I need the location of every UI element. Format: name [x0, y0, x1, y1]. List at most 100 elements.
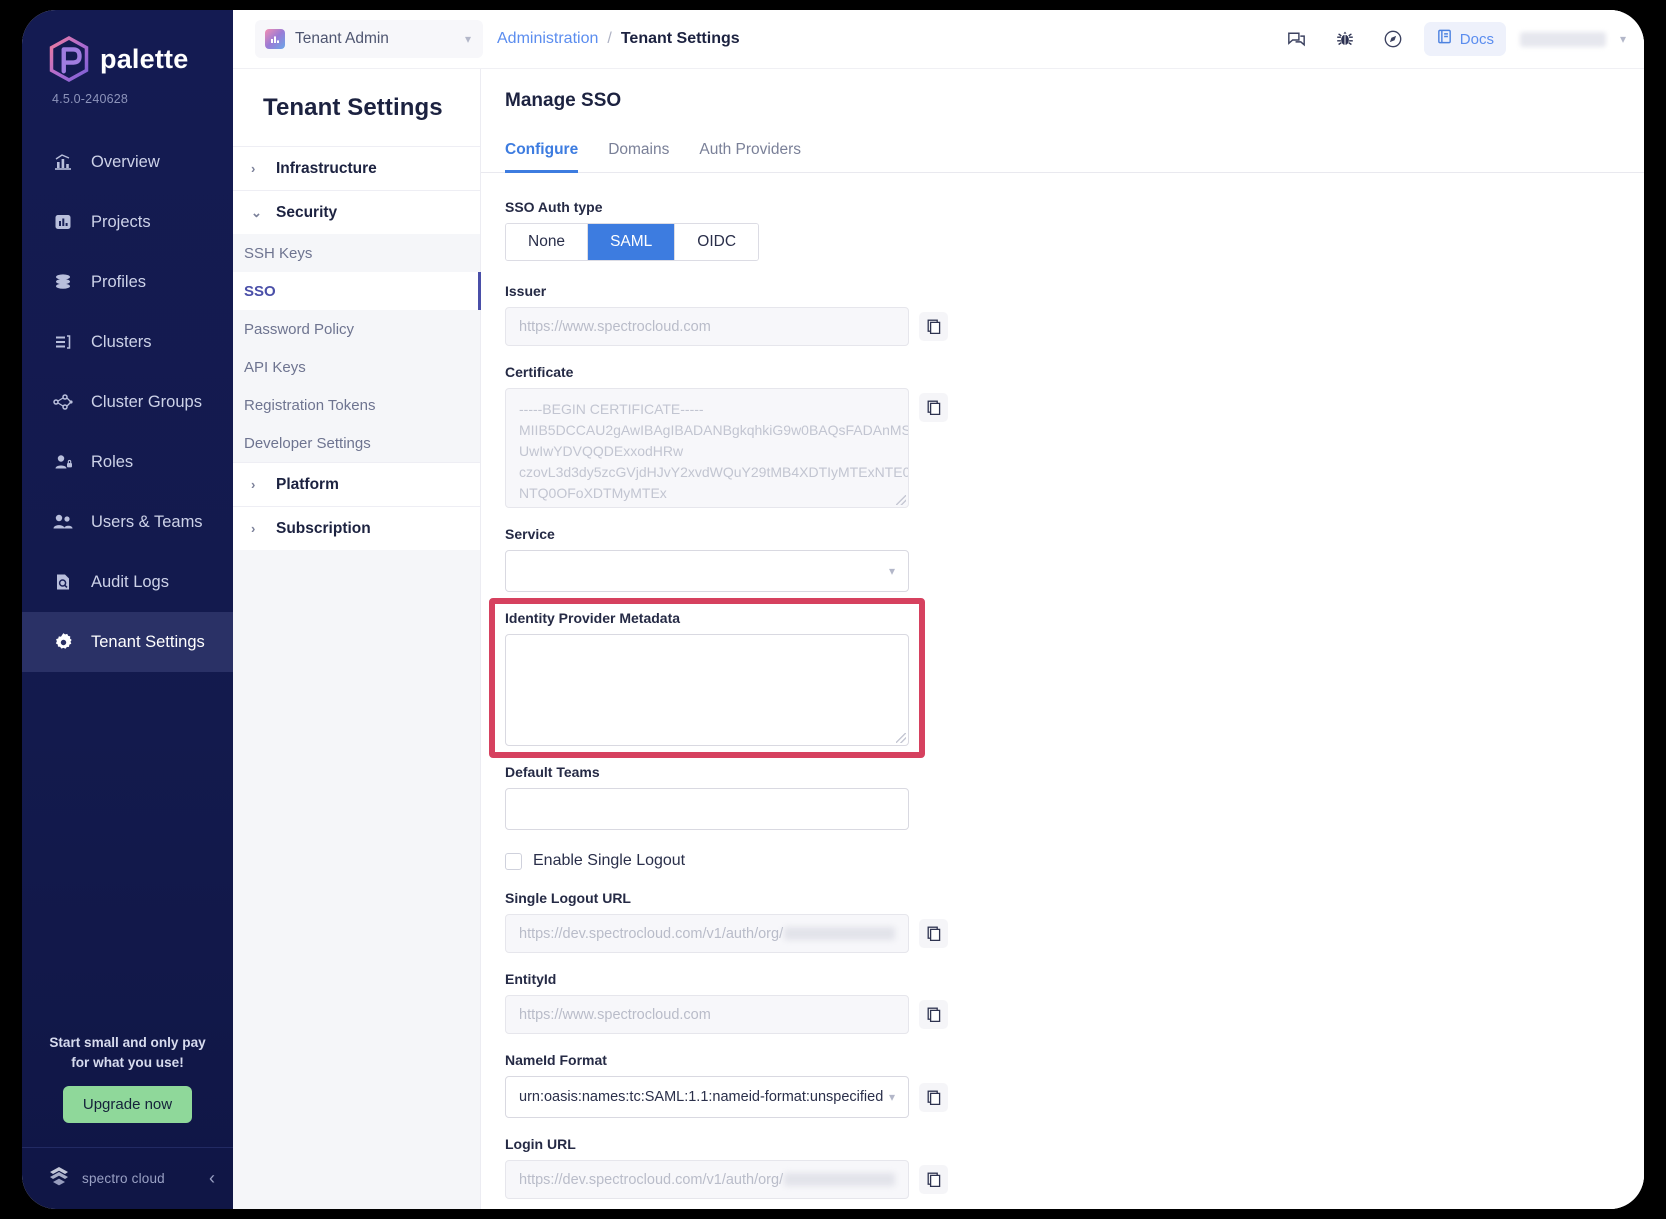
collapse-sidebar-icon[interactable]: ‹ — [209, 1168, 215, 1189]
user-profile-redacted[interactable] — [1519, 31, 1606, 47]
tab-configure[interactable]: Configure — [505, 133, 579, 173]
entity-id-label: EntityId — [505, 971, 557, 987]
chevron-down-icon: ▾ — [888, 564, 895, 578]
gear-icon — [52, 631, 74, 653]
entity-id-row: https://www.spectrocloud.com — [505, 995, 1620, 1034]
sidebar-item-label: Clusters — [91, 332, 152, 351]
copy-icon[interactable] — [919, 1165, 948, 1194]
copy-icon[interactable] — [919, 1000, 948, 1029]
copy-icon[interactable] — [919, 312, 948, 341]
tenant-scope-select[interactable]: Tenant Admin ▾ — [255, 20, 483, 58]
copy-icon[interactable] — [919, 393, 948, 422]
sidebar-item-profiles[interactable]: Profiles — [22, 252, 233, 312]
settings-group-subscription[interactable]: › Subscription — [233, 506, 480, 550]
sidebar-item-label: Cluster Groups — [91, 392, 202, 411]
settings-group-security[interactable]: ⌄ Security — [233, 190, 480, 234]
default-teams-row — [505, 788, 1620, 830]
main-content: Manage SSO Configure Domains Auth Provid… — [481, 69, 1644, 1209]
enable-single-logout-checkbox[interactable] — [505, 852, 522, 870]
auth-type-none-option[interactable]: None — [506, 224, 589, 260]
resize-grip-icon[interactable] — [896, 733, 906, 743]
enable-single-logout-row: Enable Single Logout — [505, 852, 1620, 870]
sidebar-item-roles[interactable]: Roles — [22, 432, 233, 492]
cluster-groups-icon — [52, 391, 74, 413]
sidebar-footer: spectro cloud ‹ — [22, 1147, 233, 1209]
certificate-placeholder-line: czovL3d3dy5zcGVjdHJvY2xvdWQuY29tMB4XDTIy… — [519, 464, 909, 480]
default-teams-input[interactable] — [505, 788, 909, 830]
sidebar-item-overview[interactable]: Overview — [22, 132, 233, 192]
service-label: Service — [505, 526, 555, 542]
sidebar-footer-label: spectro cloud — [82, 1171, 165, 1186]
docs-button[interactable]: Docs — [1423, 22, 1506, 56]
tenant-name: Tenant Admin — [295, 30, 389, 47]
tab-auth-providers[interactable]: Auth Providers — [699, 133, 801, 172]
compass-icon[interactable] — [1376, 22, 1410, 56]
sidebar-item-clusters[interactable]: Clusters — [22, 312, 233, 372]
profiles-stack-icon — [52, 271, 74, 293]
panel-filler — [233, 550, 480, 1209]
settings-item-label: SSO — [244, 282, 276, 300]
chevron-right-icon: › — [251, 521, 256, 536]
page-title: Tenant Settings — [263, 94, 443, 121]
single-logout-url-input[interactable]: https://dev.spectrocloud.com/v1/auth/org… — [505, 914, 909, 953]
settings-item-developer-settings[interactable]: Developer Settings — [233, 424, 480, 462]
sso-tabs: Configure Domains Auth Providers — [481, 133, 1644, 173]
login-url-row: https://dev.spectrocloud.com/v1/auth/org… — [505, 1160, 1620, 1199]
brand: palette — [22, 10, 233, 82]
settings-item-registration-tokens[interactable]: Registration Tokens — [233, 386, 480, 424]
body-row: Tenant Settings › Infrastructure ⌄ Secur… — [233, 69, 1644, 1209]
audit-logs-icon — [52, 571, 74, 593]
identity-provider-metadata-row — [505, 634, 1620, 746]
right-region: Tenant Admin ▾ Administration / Tenant S… — [233, 10, 1644, 1209]
upgrade-now-button[interactable]: Upgrade now — [62, 1086, 193, 1123]
service-select[interactable]: ▾ — [505, 550, 909, 592]
sidebar-item-label: Audit Logs — [91, 572, 169, 591]
chevron-down-icon: ⌄ — [251, 204, 262, 220]
nameid-format-value: urn:oasis:names:tc:SAML:1.1:nameid-forma… — [519, 1089, 884, 1105]
copy-icon[interactable] — [919, 919, 948, 948]
tenant-settings-panel: Tenant Settings › Infrastructure ⌄ Secur… — [233, 69, 481, 1209]
certificate-row: -----BEGIN CERTIFICATE----- MIIB5DCCAU2g… — [505, 388, 1620, 508]
docs-label: Docs — [1459, 30, 1494, 48]
default-teams-label: Default Teams — [505, 764, 600, 780]
breadcrumb-administration-link[interactable]: Administration — [497, 30, 598, 48]
tab-domains[interactable]: Domains — [608, 133, 669, 172]
breadcrumb-separator: / — [607, 30, 612, 47]
primary-sidebar: palette 4.5.0-240628 Overview Projects P… — [22, 10, 233, 1209]
settings-group-infrastructure[interactable]: › Infrastructure — [233, 146, 480, 190]
certificate-textarea[interactable]: -----BEGIN CERTIFICATE----- MIIB5DCCAU2g… — [505, 388, 909, 508]
clusters-list-icon — [52, 331, 74, 353]
user-menu-chevron-icon[interactable]: ▾ — [1620, 32, 1626, 46]
settings-item-ssh-keys[interactable]: SSH Keys — [233, 234, 480, 272]
settings-item-api-keys[interactable]: API Keys — [233, 348, 480, 386]
login-url-label: Login URL — [505, 1136, 576, 1152]
chat-icon[interactable] — [1280, 22, 1314, 56]
bug-icon[interactable] — [1328, 22, 1362, 56]
settings-group-label: Subscription — [276, 519, 371, 537]
chevron-down-icon: ▾ — [464, 32, 471, 46]
issuer-input[interactable]: https://www.spectrocloud.com — [505, 307, 909, 346]
enable-single-logout-label: Enable Single Logout — [533, 852, 686, 869]
settings-item-password-policy[interactable]: Password Policy — [233, 310, 480, 348]
topbar: Tenant Admin ▾ Administration / Tenant S… — [233, 10, 1644, 69]
entity-id-input[interactable]: https://www.spectrocloud.com — [505, 995, 909, 1034]
settings-item-label: Developer Settings — [244, 434, 371, 452]
copy-icon[interactable] — [919, 1083, 948, 1112]
identity-provider-metadata-textarea[interactable] — [505, 634, 909, 746]
roles-user-lock-icon — [52, 451, 74, 473]
nameid-format-label: NameId Format — [505, 1052, 607, 1068]
sidebar-item-cluster-groups[interactable]: Cluster Groups — [22, 372, 233, 432]
settings-group-platform[interactable]: › Platform — [233, 462, 480, 506]
app-window: palette 4.5.0-240628 Overview Projects P… — [22, 10, 1644, 1209]
breadcrumb: Administration / Tenant Settings — [497, 30, 740, 48]
sidebar-item-users-teams[interactable]: Users & Teams — [22, 492, 233, 552]
sidebar-item-tenant-settings[interactable]: Tenant Settings — [22, 612, 233, 672]
resize-grip-icon[interactable] — [896, 495, 906, 505]
settings-item-sso[interactable]: SSO — [233, 272, 481, 310]
sidebar-item-audit-logs[interactable]: Audit Logs — [22, 552, 233, 612]
auth-type-oidc-option[interactable]: OIDC — [675, 224, 759, 260]
login-url-input[interactable]: https://dev.spectrocloud.com/v1/auth/org… — [505, 1160, 909, 1199]
sidebar-item-projects[interactable]: Projects — [22, 192, 233, 252]
nameid-format-select[interactable]: urn:oasis:names:tc:SAML:1.1:nameid-forma… — [505, 1076, 909, 1118]
auth-type-saml-option[interactable]: SAML — [588, 224, 676, 260]
